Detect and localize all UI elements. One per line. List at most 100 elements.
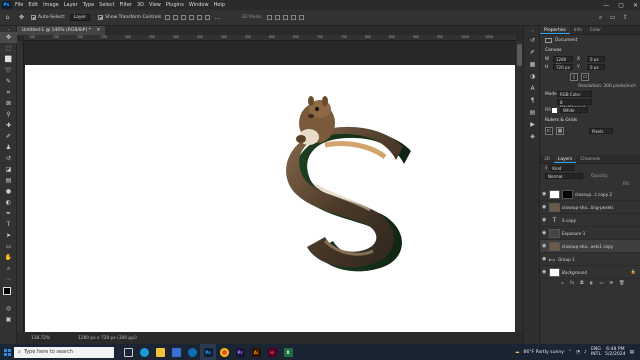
new-layer-icon[interactable]: ⊞ — [609, 281, 613, 286]
photoshop-taskbar-icon[interactable]: Ps — [200, 344, 216, 360]
document-size-info[interactable]: 1280 px x 720 px (300 ppi) — [78, 336, 137, 341]
visibility-icon[interactable]: ◉ — [542, 204, 549, 210]
lasso-tool-icon[interactable]: ➰ — [0, 65, 17, 76]
layer-row[interactable]: ◉ Exposure 1 — [540, 227, 640, 240]
dodge-tool-icon[interactable]: ◐ — [0, 197, 17, 208]
hand-tool-icon[interactable]: ✋ — [0, 252, 17, 263]
volume-icon[interactable]: ♪ — [584, 350, 587, 355]
menu-window[interactable]: Window — [189, 2, 209, 8]
close-tab-icon[interactable]: ✕ — [96, 28, 100, 33]
fx-icon[interactable]: fx — [570, 281, 574, 286]
menu-type[interactable]: Type — [83, 2, 94, 8]
menu-plugins[interactable]: Plugins — [166, 2, 184, 8]
chrome-icon[interactable] — [216, 344, 232, 360]
move-tool-icon[interactable]: ✥ — [0, 32, 17, 43]
layer-row[interactable]: ◉ closeup-sho...ling-pexels — [540, 201, 640, 214]
document-canvas[interactable] — [25, 65, 515, 332]
blur-tool-icon[interactable]: ● — [0, 186, 17, 197]
menu-file[interactable]: File — [15, 2, 23, 8]
fill-swatch[interactable] — [552, 107, 557, 113]
menu-select[interactable]: Select — [99, 2, 114, 8]
history-brush-tool-icon[interactable]: ↺ — [0, 153, 17, 164]
store-icon[interactable] — [168, 344, 184, 360]
close-icon[interactable]: ✕ — [633, 2, 638, 9]
link-layers-icon[interactable]: ∞ — [561, 281, 565, 286]
visibility-icon[interactable]: ◉ — [542, 256, 549, 262]
paragraph-icon[interactable]: ¶ — [524, 94, 541, 106]
menu-image[interactable]: Image — [43, 2, 59, 8]
tab-3d[interactable]: 3D — [540, 155, 554, 163]
rectangle-tool-icon[interactable]: ▭ — [0, 241, 17, 252]
new-group-icon[interactable]: ▭ — [599, 281, 603, 286]
language-indicator[interactable]: ENG INTL — [591, 347, 601, 357]
layer-row[interactable]: ◉ Background 🔒 — [540, 266, 640, 279]
menu-filter[interactable]: Filter — [120, 2, 132, 8]
auto-select-dropdown[interactable]: Layer — [69, 14, 91, 21]
marquee-tool-icon[interactable]: ⬜ — [0, 54, 17, 65]
menu-view[interactable]: View — [149, 2, 161, 8]
layer-row[interactable]: ◉ closeup-sho...xels1 copy — [540, 240, 640, 253]
home-icon[interactable]: ⌂ — [3, 13, 12, 22]
auto-select-checkbox[interactable] — [31, 15, 36, 20]
tab-properties[interactable]: Properties — [540, 26, 570, 34]
align-top-icon[interactable] — [189, 15, 195, 20]
task-view-icon[interactable] — [120, 344, 136, 360]
tab-layers[interactable]: Layers — [554, 155, 577, 163]
rulers-grids-title[interactable]: Rulers & Grids — [540, 116, 640, 125]
portrait-icon[interactable]: ▯ — [570, 72, 578, 81]
indesign-icon[interactable]: Id — [264, 344, 280, 360]
blend-mode-dropdown[interactable]: Normal — [545, 173, 583, 179]
align-center-icon[interactable] — [173, 15, 179, 20]
align-bottom-icon[interactable] — [205, 15, 211, 20]
search-icon[interactable]: ⌕ — [596, 13, 605, 22]
navigator-icon[interactable]: ◈ — [524, 130, 541, 142]
clone-stamp-tool-icon[interactable]: ♟ — [0, 142, 17, 153]
align-right-icon[interactable] — [181, 15, 187, 20]
workspace-icon[interactable]: ▭ — [608, 13, 617, 22]
width-field[interactable]: 1280 px — [553, 56, 573, 67]
type-tool-icon[interactable]: T — [0, 219, 17, 230]
more-tools-icon[interactable]: ⋯ — [0, 274, 17, 285]
visibility-icon[interactable]: ◉ — [542, 230, 549, 236]
menu-layer[interactable]: Layer — [64, 2, 78, 8]
zoom-level[interactable]: 138.72% — [31, 336, 50, 341]
move-tool-icon[interactable]: ✥ — [17, 13, 26, 22]
dell-icon[interactable] — [184, 344, 200, 360]
network-icon[interactable]: ◔ — [576, 350, 580, 355]
edge-icon[interactable] — [136, 344, 152, 360]
frame-tool-icon[interactable]: ⊠ — [0, 98, 17, 109]
quick-mask-icon[interactable]: ◎ — [0, 303, 17, 314]
zoom-tool-icon[interactable]: ⌕ — [0, 263, 17, 274]
file-explorer-icon[interactable] — [152, 344, 168, 360]
canvas-section-title[interactable]: Canvas — [540, 46, 640, 55]
quick-select-tool-icon[interactable]: ✎ — [0, 76, 17, 87]
eyedropper-tool-icon[interactable]: ⚲ — [0, 109, 17, 120]
document-tab[interactable]: Untitled-1 @ 140% (RGB/8#) * ✕ — [17, 26, 106, 35]
tray-chevron-icon[interactable]: ⌃ — [568, 350, 572, 355]
share-icon[interactable]: ⇪ — [621, 13, 630, 22]
3d-slide-icon[interactable] — [290, 15, 296, 20]
add-mask-icon[interactable]: ◘ — [580, 281, 583, 286]
mode-dropdown[interactable]: RGB Color — [557, 91, 592, 97]
new-adjustment-icon[interactable]: ◐ — [590, 281, 594, 286]
character-icon[interactable]: A — [524, 82, 541, 94]
brush-settings-icon[interactable]: ✐ — [524, 46, 541, 58]
y-field[interactable]: 0 px — [587, 64, 605, 70]
weather-text[interactable]: 86°F Partly sunny — [523, 350, 564, 355]
delete-layer-icon[interactable]: 🗑 — [619, 281, 624, 286]
3d-roll-icon[interactable] — [274, 15, 280, 20]
actions-icon[interactable]: ▶ — [524, 118, 541, 130]
minimize-icon[interactable]: — — [603, 2, 609, 9]
path-selection-tool-icon[interactable]: ➤ — [0, 230, 17, 241]
tab-info[interactable]: Info — [570, 26, 586, 34]
pen-tool-icon[interactable]: ✒ — [0, 208, 17, 219]
expand-icon[interactable]: « — [524, 26, 541, 34]
3d-pan-icon[interactable] — [282, 15, 288, 20]
notifications-icon[interactable]: ▤ — [630, 350, 634, 355]
clock[interactable]: 6:48 PM 5/2/2024 — [605, 347, 626, 357]
libraries-icon[interactable]: ▤ — [524, 106, 541, 118]
more-options-icon[interactable]: … — [213, 13, 222, 22]
grid-toggle-icon[interactable]: ▦ — [556, 126, 564, 135]
layer-row[interactable]: ◉ closeup...t copy 2 — [540, 188, 640, 201]
menu-3d[interactable]: 3D — [137, 2, 144, 8]
